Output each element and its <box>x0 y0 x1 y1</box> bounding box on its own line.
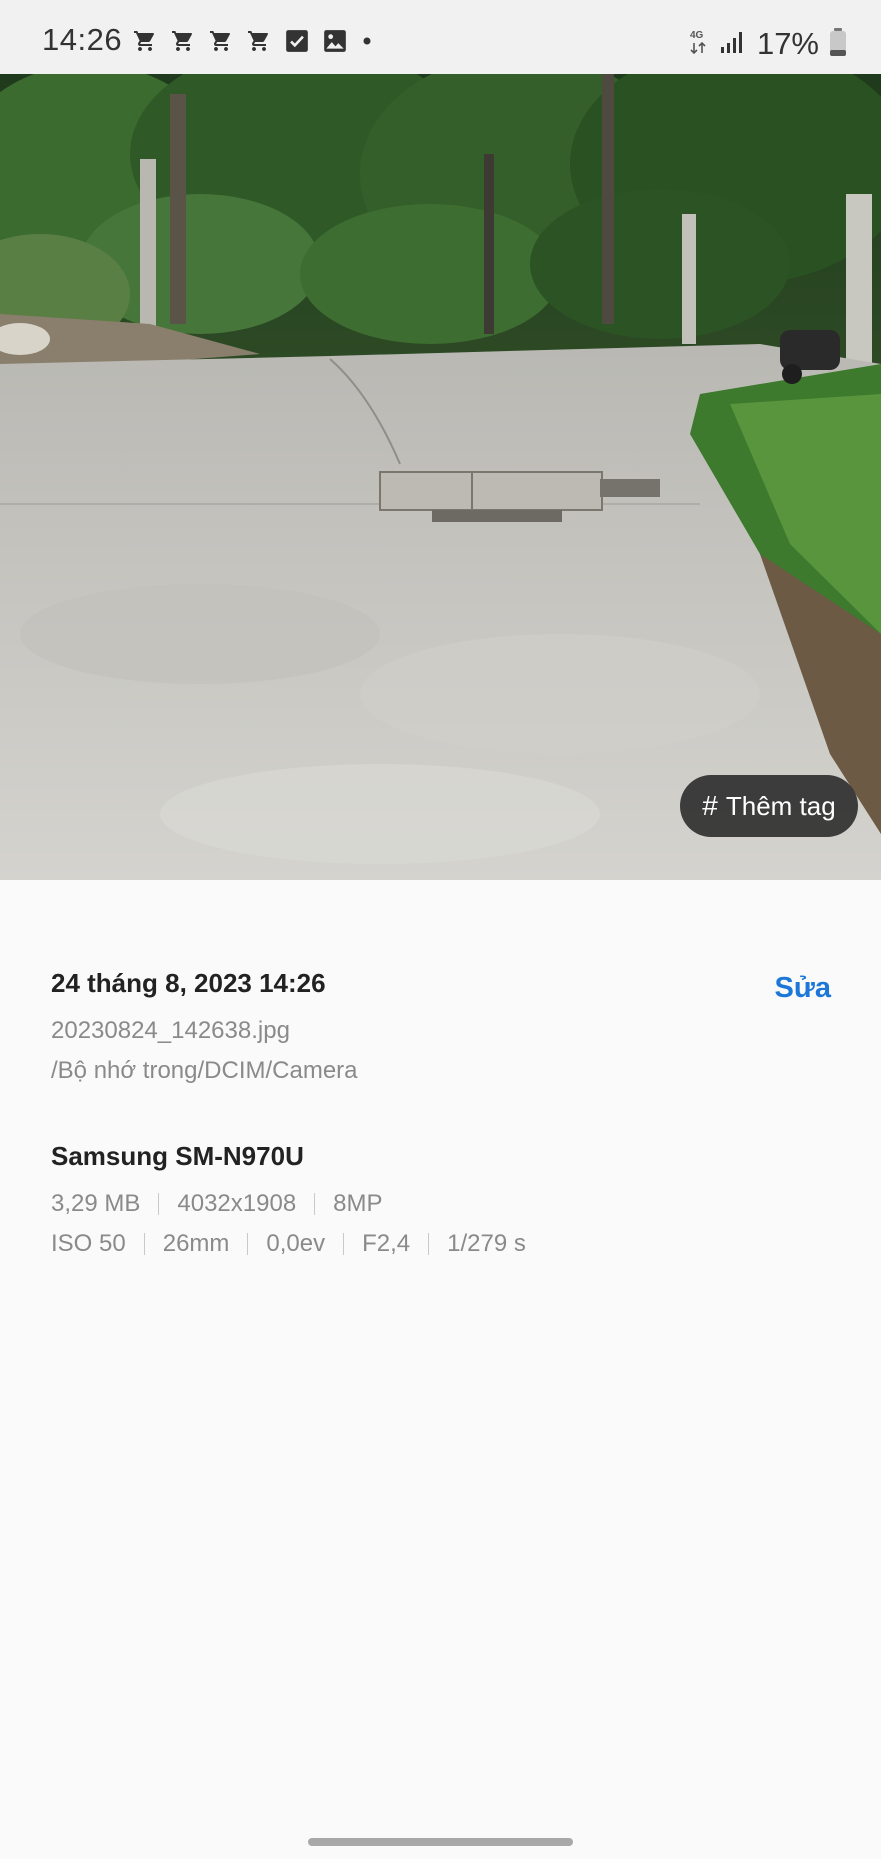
battery-icon <box>829 27 847 62</box>
dot-icon <box>360 34 374 48</box>
divider <box>428 1233 430 1255</box>
exposure-value: 0,0ev <box>266 1230 326 1257</box>
edit-button[interactable]: Sửa <box>775 972 831 1005</box>
megapixels: 8MP <box>333 1190 383 1217</box>
focal-length: 26mm <box>162 1230 230 1257</box>
battery-percent: 17% <box>756 26 819 61</box>
image-icon <box>322 28 348 54</box>
file-path: /Bộ nhớ trong/DCIM/Camera <box>51 1057 358 1084</box>
file-size: 3,29 MB <box>51 1190 141 1217</box>
file-name: 20230824_142638.jpg <box>51 1017 290 1044</box>
signal-icon <box>719 29 747 60</box>
photo-date: 24 tháng 8, 2023 14:26 <box>51 968 326 998</box>
divider <box>158 1193 160 1215</box>
shutter-speed: 1/279 s <box>447 1230 526 1257</box>
device-name: Samsung SM-N970U <box>51 1141 304 1171</box>
cart-icon <box>170 29 196 53</box>
checkbox-icon <box>284 28 310 54</box>
add-tag-label: Thêm tag <box>725 790 836 821</box>
status-time: 14:26 <box>42 22 123 57</box>
cart-icon <box>208 29 234 53</box>
iso-value: ISO 50 <box>51 1230 126 1257</box>
status-bar: 14:26 4G 17% <box>0 0 881 74</box>
svg-text:4G: 4G <box>690 30 704 41</box>
home-indicator[interactable] <box>308 1838 573 1846</box>
hashtag-icon: # <box>702 790 718 821</box>
photo-image <box>0 74 881 880</box>
aperture: F2,4 <box>362 1230 411 1257</box>
network-4g-icon: 4G <box>687 27 709 62</box>
file-info-row: 3,29 MB 4032x1908 8MP <box>51 1190 383 1218</box>
divider <box>247 1233 249 1255</box>
photo-preview[interactable]: # Thêm tag <box>0 74 881 880</box>
divider <box>343 1233 345 1255</box>
status-right: 4G 17% <box>687 26 847 62</box>
divider <box>143 1233 145 1255</box>
photo-details: 24 tháng 8, 2023 14:26 Sửa 20230824_1426… <box>51 968 831 1085</box>
cart-icon <box>132 29 158 53</box>
cart-icon <box>246 29 272 53</box>
notification-icons <box>132 28 374 54</box>
divider <box>314 1193 316 1215</box>
camera-info-row: ISO 50 26mm 0,0ev F2,4 1/279 s <box>51 1230 526 1258</box>
add-tag-button[interactable]: # Thêm tag <box>680 775 858 837</box>
resolution: 4032x1908 <box>177 1190 297 1217</box>
